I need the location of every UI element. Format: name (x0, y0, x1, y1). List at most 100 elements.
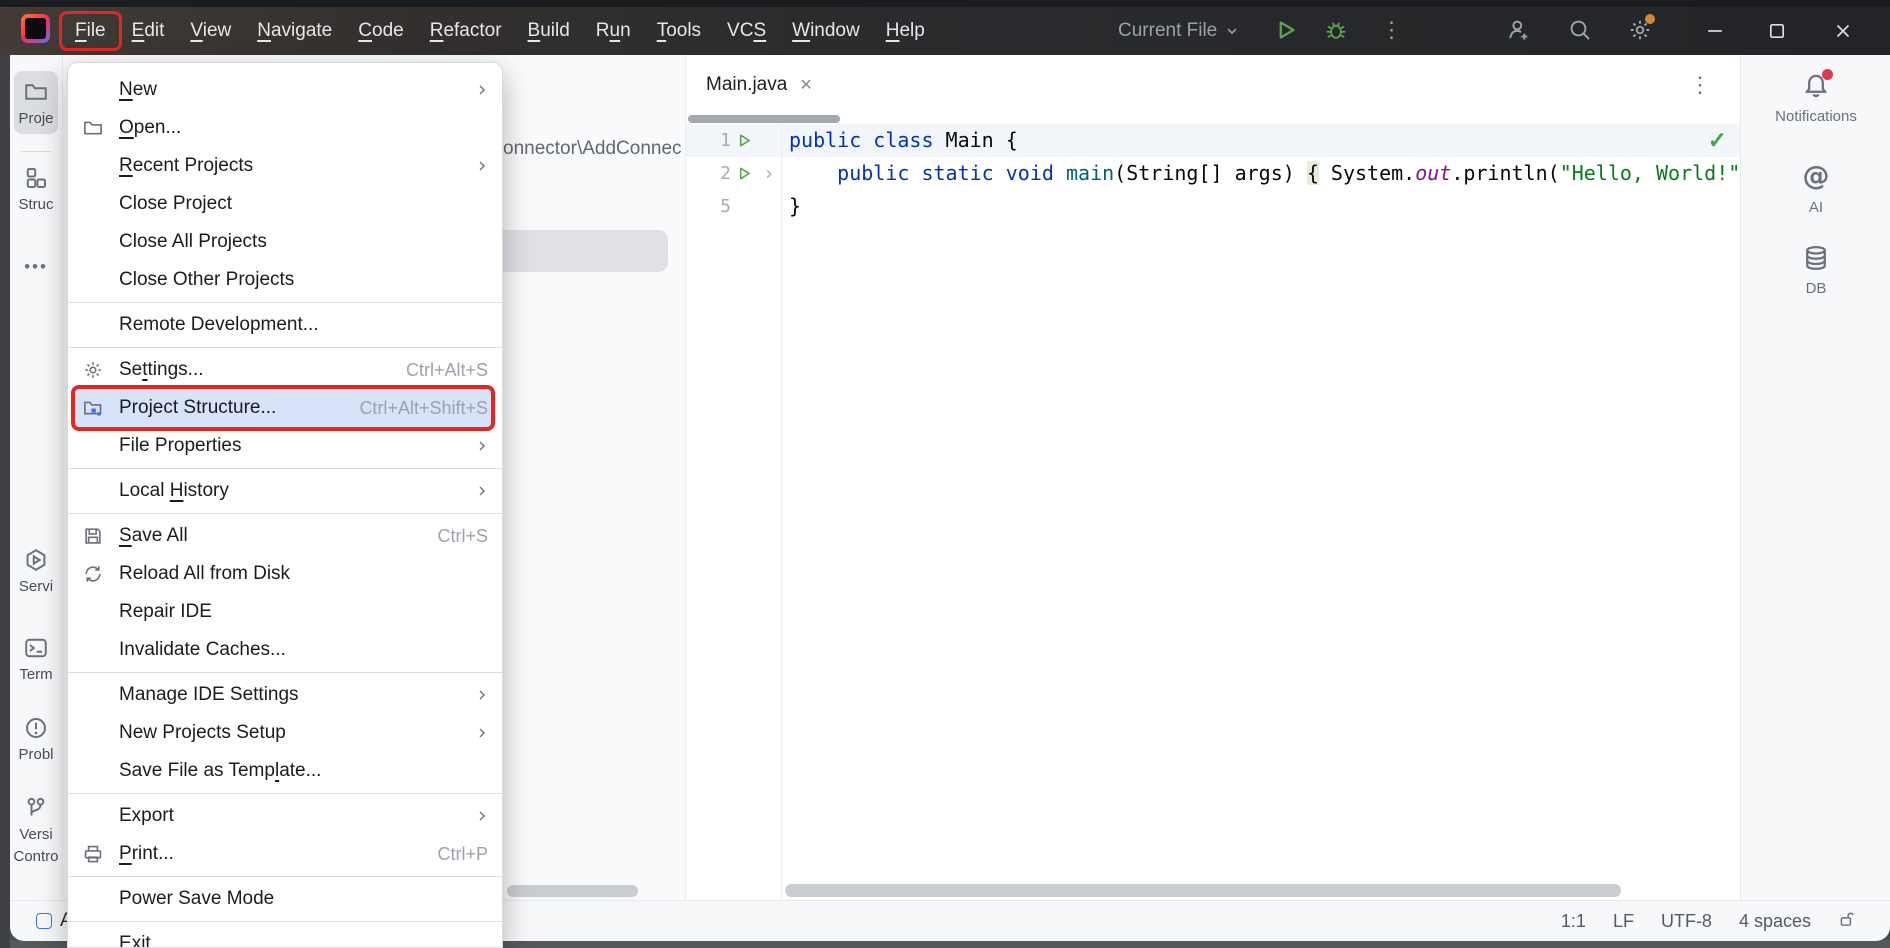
terminal-icon (23, 635, 49, 661)
menu-item-close-all-projects[interactable]: Close All Projects (68, 223, 502, 261)
menu-item-invalidate-caches[interactable]: Invalidate Caches... (68, 631, 502, 669)
menu-item-label: Print... (119, 843, 437, 865)
menubar-item-refactor[interactable]: Refactor (417, 15, 515, 47)
close-icon (1832, 20, 1854, 42)
sidebar-item-structure[interactable]: Struc (10, 165, 62, 213)
menubar-item-build[interactable]: Build (515, 15, 583, 47)
run-config-label: Current File (1118, 20, 1217, 42)
menu-item-label: Remote Development... (119, 314, 488, 336)
code-line-5[interactable]: 5} (686, 190, 1741, 223)
menubar-item-file[interactable]: File (62, 15, 119, 47)
project-tree-path[interactable]: onnector\AddConnec (503, 138, 682, 160)
sidebar-item-terminal[interactable]: Term (10, 635, 62, 683)
code-with-me-button[interactable] (1504, 16, 1532, 44)
menu-shortcut: Ctrl+S (437, 526, 488, 547)
project-horizontal-scrollbar[interactable] (507, 885, 638, 897)
menubar-item-edit[interactable]: Edit (119, 15, 178, 47)
tab-close-icon[interactable]: ✕ (799, 75, 812, 95)
run-button[interactable] (1272, 16, 1300, 44)
menu-shortcut: Ctrl+P (437, 844, 488, 865)
menubar-item-view[interactable]: View (177, 15, 244, 47)
status-widget-lf[interactable]: LF (1613, 911, 1634, 932)
toolwindow-ai[interactable]: @AI (1741, 161, 1890, 216)
code-text: public static void main(String[] args) {… (789, 157, 1741, 190)
maximize-button[interactable] (1754, 7, 1800, 55)
toolwindow-label: Notifications (1775, 108, 1857, 125)
run-configuration-selector[interactable]: Current File (1118, 7, 1240, 55)
sidebar-item-label: Versi (19, 826, 52, 843)
menu-item-file-properties[interactable]: File Properties (68, 427, 502, 465)
menu-item-repair-ide[interactable]: Repair IDE (68, 593, 502, 631)
code-viewport[interactable]: 1public class Main {2 public static void… (686, 124, 1741, 900)
line-number: 5 (686, 190, 731, 223)
toolwindow-db[interactable]: DB (1741, 243, 1890, 297)
code-line-2[interactable]: 2 public static void main(String[] args)… (686, 157, 1741, 190)
app-logo-intellij-icon (21, 14, 50, 43)
toolwindow-label: AI (1809, 199, 1823, 216)
status-widget-4-spaces[interactable]: 4 spaces (1739, 911, 1811, 932)
menu-item-close-other-projects[interactable]: Close Other Projects (68, 261, 502, 299)
menubar-item-help[interactable]: Help (873, 15, 938, 47)
menu-item-settings[interactable]: Settings...Ctrl+Alt+S (68, 351, 502, 389)
editor-tab-main-java[interactable]: Main.java ✕ (690, 55, 829, 115)
run-gutter-icon[interactable] (731, 166, 757, 181)
debug-button[interactable] (1322, 16, 1350, 44)
settings-notification-dot (1645, 14, 1655, 24)
minimize-button[interactable] (1692, 7, 1738, 55)
menu-item-close-project[interactable]: Close Project (68, 185, 502, 223)
status-right-widgets: 1:1 LF UTF-8 4 spaces (1561, 901, 1856, 941)
menu-item-print[interactable]: Print...Ctrl+P (68, 835, 502, 873)
menu-item-export[interactable]: Export (68, 797, 502, 835)
menu-item-manage-ide-settings[interactable]: Manage IDE Settings (68, 676, 502, 714)
search-everywhere-button[interactable] (1566, 16, 1594, 44)
structure-icon (23, 165, 49, 191)
menu-item-project-structure[interactable]: Project Structure...Ctrl+Alt+Shift+S (74, 389, 496, 427)
code-line-1[interactable]: 1public class Main { (686, 124, 1741, 157)
menu-item-remote-development[interactable]: Remote Development... (68, 306, 502, 344)
sidebar-item-project[interactable]: Proje (14, 71, 58, 134)
sidebar-item-more[interactable]: ••• (10, 257, 62, 277)
status-widget-1-1[interactable]: 1:1 (1561, 911, 1586, 932)
editor-tab-bar: Main.java ✕ ⋮ (686, 55, 1741, 115)
menu-item-label: New Projects Setup (119, 722, 488, 744)
menu-item-label: Reload All from Disk (119, 563, 488, 585)
toolwindow-notifications[interactable]: Notifications (1741, 71, 1890, 125)
more-actions-button[interactable]: ⋮ (1378, 16, 1406, 44)
menu-item-save-all[interactable]: Save AllCtrl+S (68, 517, 502, 555)
menu-item-reload-all-from-disk[interactable]: Reload All from Disk (68, 555, 502, 593)
menubar-item-navigate[interactable]: Navigate (244, 15, 345, 47)
menubar-item-vcs[interactable]: VCS (714, 15, 779, 47)
run-gutter-icon[interactable] (731, 133, 757, 148)
sidebar-item-problems[interactable]: Probl (10, 715, 62, 763)
menu-item-recent-projects[interactable]: Recent Projects (68, 147, 502, 185)
editor-area[interactable]: Main.java ✕ ⋮ 1public class Main {2 publ… (685, 55, 1741, 900)
menu-item-save-file-as-template[interactable]: Save File as Template... (68, 752, 502, 790)
inspections-ok-check-icon[interactable]: ✓ (1708, 127, 1727, 154)
active-tab-indicator (688, 115, 840, 123)
menubar-item-run[interactable]: Run (583, 15, 644, 47)
menubar-item-window[interactable]: Window (779, 15, 873, 47)
menu-item-local-history[interactable]: Local History (68, 472, 502, 510)
lock-open-icon[interactable] (1838, 910, 1856, 933)
menu-item-open[interactable]: Open... (68, 109, 502, 147)
editor-tab-label: Main.java (706, 74, 787, 96)
menu-item-new-projects-setup[interactable]: New Projects Setup (68, 714, 502, 752)
menu-separator (68, 302, 502, 303)
menu-item-power-save-mode[interactable]: Power Save Mode (68, 880, 502, 918)
maximize-icon (1766, 20, 1788, 42)
bug-icon (1324, 18, 1348, 42)
menu-item-new[interactable]: New (68, 71, 502, 109)
sidebar-item-version[interactable]: VersiContro (10, 795, 62, 865)
menubar-item-tools[interactable]: Tools (644, 15, 714, 47)
status-widget-utf-8[interactable]: UTF-8 (1661, 911, 1712, 932)
editor-horizontal-scrollbar[interactable] (785, 884, 1621, 897)
menubar-item-code[interactable]: Code (345, 15, 416, 47)
sidebar-item-services[interactable]: Servi (10, 547, 62, 595)
menu-item-label: Invalidate Caches... (119, 639, 488, 661)
menu-shortcut: Ctrl+Alt+Shift+S (359, 398, 488, 419)
tab-options-icon[interactable]: ⋮ (1689, 72, 1711, 98)
fold-chevron-icon[interactable] (757, 167, 781, 181)
close-button[interactable] (1820, 7, 1866, 55)
menu-item-exit[interactable]: Exit (68, 925, 502, 948)
settings-button[interactable] (1626, 16, 1654, 44)
